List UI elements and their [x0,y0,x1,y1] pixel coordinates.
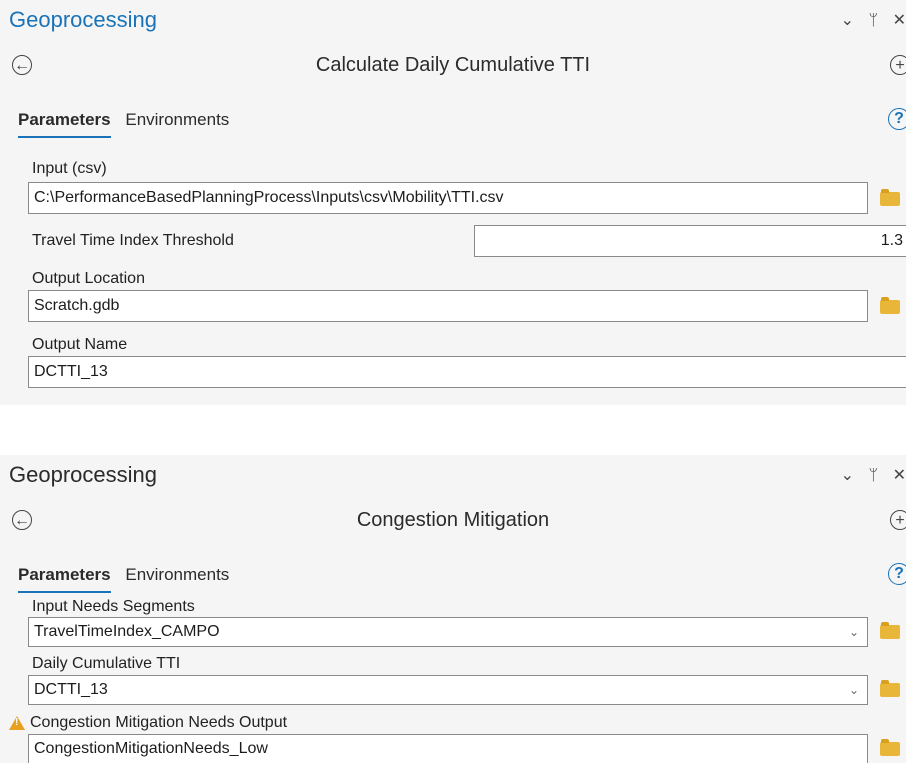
pin-icon[interactable]: ᛘ [869,467,879,485]
tab-parameters[interactable]: Parameters [18,110,111,138]
daily-tti-dropdown[interactable]: DCTTI_13 ⌄ [28,675,868,705]
tool-title: Congestion Mitigation [356,509,550,531]
add-icon[interactable]: + [890,55,906,75]
input-segments-value: TravelTimeIndex_CAMPO [34,623,220,640]
threshold-label: Travel Time Index Threshold [32,232,234,249]
folder-icon[interactable] [880,189,900,206]
pin-icon[interactable]: ᛘ [869,12,879,30]
chevron-down-icon[interactable]: ⌄ [849,618,859,646]
folder-icon[interactable] [880,622,900,639]
help-icon[interactable]: ? [888,563,906,585]
output-name-field[interactable]: DCTTI_13 [28,356,906,388]
warning-icon: ! [9,716,25,730]
options-menu-icon[interactable]: ⌄ [841,10,854,30]
tab-environments[interactable]: Environments [125,565,229,591]
output-location-field[interactable]: Scratch.gdb [28,290,868,322]
output-location-label: Output Location [32,270,145,287]
daily-tti-label: Daily Cumulative TTI [32,655,181,672]
folder-icon[interactable] [880,297,900,314]
pane-title: Geoprocessing [9,7,157,32]
tab-environments[interactable]: Environments [125,110,229,136]
tab-bar: Parameters Environments [18,565,239,593]
mitigation-output-field[interactable]: CongestionMitigationNeeds_Low [28,734,868,763]
close-icon[interactable]: ✕ [893,10,906,30]
mitigation-output-label: Congestion Mitigation Needs Output [30,714,288,731]
tab-parameters[interactable]: Parameters [18,565,111,593]
options-menu-icon[interactable]: ⌄ [841,465,854,485]
threshold-field[interactable]: 1.3 [474,225,906,257]
help-icon[interactable]: ? [888,108,906,130]
daily-tti-value: DCTTI_13 [34,681,108,698]
input-segments-dropdown[interactable]: TravelTimeIndex_CAMPO ⌄ [28,617,868,647]
close-icon[interactable]: ✕ [893,465,906,485]
folder-icon[interactable] [880,680,900,697]
pane-title: Geoprocessing [9,462,157,487]
tab-bar: Parameters Environments [18,110,239,138]
add-icon[interactable]: + [890,510,906,530]
window-controls: ⌄ ᛘ ✕ [831,10,906,30]
window-controls: ⌄ ᛘ ✕ [831,465,906,485]
output-name-label: Output Name [32,336,128,353]
input-csv-label: Input (csv) [32,160,107,177]
chevron-down-icon[interactable]: ⌄ [849,676,859,704]
geoprocessing-panel-congestion: Geoprocessing ⌄ ᛘ ✕ ← Congestion Mitigat… [0,455,906,763]
tool-title: Calculate Daily Cumulative TTI [315,54,591,76]
input-segments-label: Input Needs Segments [32,598,195,615]
folder-icon[interactable] [880,739,900,756]
input-csv-field[interactable]: C:\PerformanceBasedPlanningProcess\Input… [28,182,868,214]
geoprocessing-panel-calculate: Geoprocessing ⌄ ᛘ ✕ ← Calculate Daily Cu… [0,0,906,405]
